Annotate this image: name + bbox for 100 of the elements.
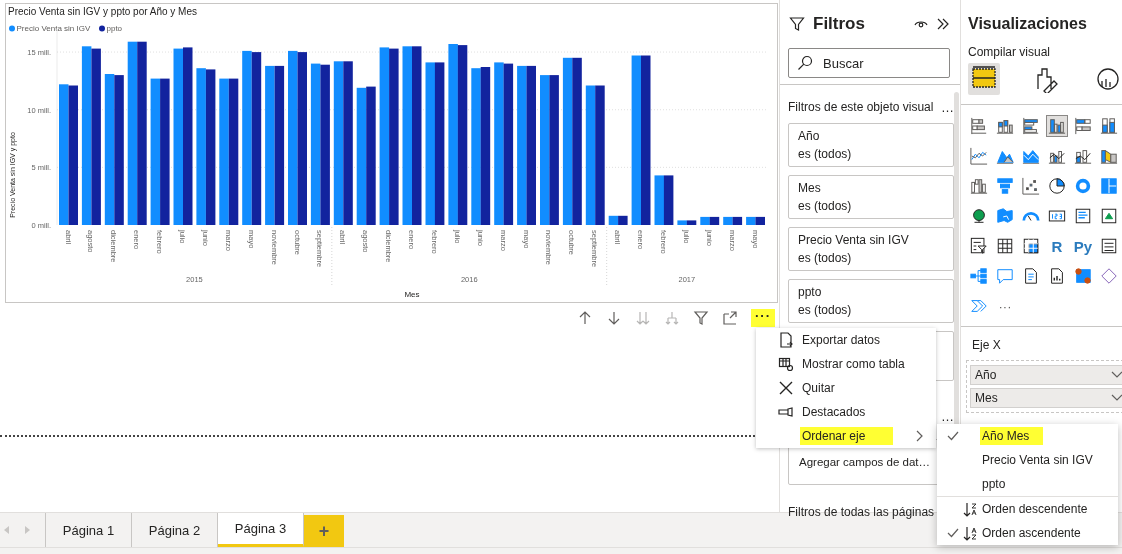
bar[interactable] [480, 67, 491, 225]
collapse-icon[interactable] [936, 17, 950, 31]
bar[interactable] [732, 216, 743, 225]
visual-fields-tab[interactable] [968, 63, 1000, 95]
bar[interactable] [228, 78, 239, 225]
filter-icon[interactable] [693, 310, 709, 326]
legend-label: Precio Venta sin IGV [16, 24, 91, 33]
remove-icon [778, 380, 794, 396]
bar[interactable] [251, 52, 262, 225]
section-title: Filtros de este objeto visual [788, 100, 934, 114]
menu-item-label: Orden descendente [982, 502, 1088, 516]
page-tab[interactable]: Página 3 [218, 513, 304, 547]
bar[interactable] [379, 47, 390, 225]
bar[interactable] [205, 69, 216, 225]
search-field[interactable]: Buscar [788, 48, 950, 78]
bar[interactable] [333, 61, 344, 225]
bar[interactable] [127, 41, 138, 225]
field-pill[interactable]: Mes [970, 388, 1122, 408]
funnel-chart-icon[interactable] [994, 175, 1016, 197]
line-chart-icon[interactable] [968, 145, 990, 167]
diamond-icon[interactable] [1098, 265, 1120, 287]
section-title: Compilar visual [968, 45, 1052, 59]
bar[interactable] [150, 78, 161, 225]
menu-item[interactable]: Orden descendente [937, 497, 1118, 521]
more-visuals-button[interactable]: ··· [994, 295, 1016, 317]
more-options-button[interactable]: … [941, 408, 954, 424]
percent-column-chart-icon[interactable] [1098, 115, 1120, 137]
search-icon [797, 55, 813, 71]
menu-item[interactable]: Mostrar como tabla [756, 352, 936, 376]
legend-label: ppto [106, 24, 123, 33]
pie-chart-icon[interactable] [1046, 175, 1068, 197]
bar[interactable] [608, 215, 619, 225]
percent-bar-chart-icon[interactable] [1072, 115, 1094, 137]
bar[interactable] [585, 85, 596, 225]
filter-field-name: ppto [798, 285, 823, 299]
bar[interactable] [686, 220, 697, 225]
bar[interactable] [503, 63, 514, 225]
filter-field-name: Precio Venta sin IGV [798, 233, 910, 247]
sort-descending-icon [963, 501, 977, 517]
bar[interactable] [709, 216, 720, 225]
bar[interactable] [104, 74, 115, 225]
bar[interactable] [434, 62, 445, 225]
menu-item-label: Precio Venta sin IGV [982, 453, 1093, 467]
field-pill[interactable]: Año [970, 365, 1122, 385]
treemap-icon[interactable] [1098, 175, 1120, 197]
section-title: Filtros de todas las páginas [788, 505, 936, 519]
filter-card[interactable]: Mes es (todos) [788, 175, 954, 219]
slicer-icon[interactable] [968, 235, 990, 257]
bar[interactable] [755, 216, 765, 225]
menu-item-label: Año Mes [980, 427, 1044, 445]
bar[interactable] [412, 46, 422, 225]
arrow-down-icon[interactable] [606, 310, 622, 326]
menu-item[interactable]: Orden ascendente [937, 521, 1118, 545]
menu-item[interactable]: Exportar datos [756, 328, 936, 352]
field-label: Año [975, 368, 997, 382]
bar[interactable] [183, 47, 193, 225]
filter-field-name: Mes [798, 181, 822, 195]
show-table-icon [778, 356, 794, 372]
filter-field-name: Año [798, 129, 821, 143]
filter-card[interactable]: ppto es (todos) [788, 279, 954, 323]
pane-title: Visualizaciones [968, 15, 1088, 33]
more-options-button[interactable]: ··· [751, 309, 775, 327]
more-options-button[interactable]: … [941, 99, 954, 115]
hierarchy-tree-icon[interactable] [968, 265, 990, 287]
export-icon [778, 332, 794, 348]
menu-item-label: Destacados [802, 405, 866, 419]
x-axis-title: Mes [404, 290, 420, 299]
arrow-up-icon[interactable] [577, 310, 593, 326]
bar[interactable] [641, 55, 651, 225]
bar[interactable] [457, 45, 468, 225]
filter-card[interactable]: Año es (todos) [788, 123, 954, 167]
bar[interactable] [310, 63, 321, 225]
menu-item[interactable]: Quitar [756, 376, 936, 400]
filter-card[interactable]: Precio Venta sin IGV es (todos) [788, 227, 954, 271]
script-visual-button[interactable]: Py [1072, 235, 1094, 257]
script-visual-button[interactable]: R [1046, 235, 1068, 257]
bar[interactable] [81, 46, 92, 225]
focus-mode-icon[interactable] [722, 310, 738, 326]
menu-item[interactable]: Destacados [756, 400, 936, 424]
spotlight-icon [778, 404, 794, 420]
bar[interactable] [663, 175, 674, 225]
menu-item-label: ppto [982, 477, 1006, 491]
bar[interactable] [562, 57, 573, 225]
clustered-column-chart-icon[interactable] [1046, 115, 1068, 137]
bar[interactable] [356, 87, 367, 225]
bar[interactable] [618, 215, 628, 225]
sort-ascending-icon [963, 525, 977, 541]
menu-item-label: Mostrar como tabla [802, 357, 905, 371]
field-well[interactable]: Año Mes [966, 360, 1122, 413]
chevron-right-icon [916, 430, 924, 442]
chevron-down-icon[interactable] [1111, 371, 1122, 379]
chevron-down-icon[interactable] [1111, 394, 1122, 402]
filter-summary: es (todos) [798, 303, 853, 317]
bar[interactable] [631, 55, 642, 225]
add-page-button[interactable]: + [304, 515, 344, 547]
menu-item-label: Ordenar eje [800, 427, 894, 445]
scatter-chart-icon[interactable] [1020, 175, 1042, 197]
bar[interactable] [746, 216, 756, 225]
filter-summary: es (todos) [798, 147, 853, 161]
bar[interactable] [274, 65, 285, 225]
